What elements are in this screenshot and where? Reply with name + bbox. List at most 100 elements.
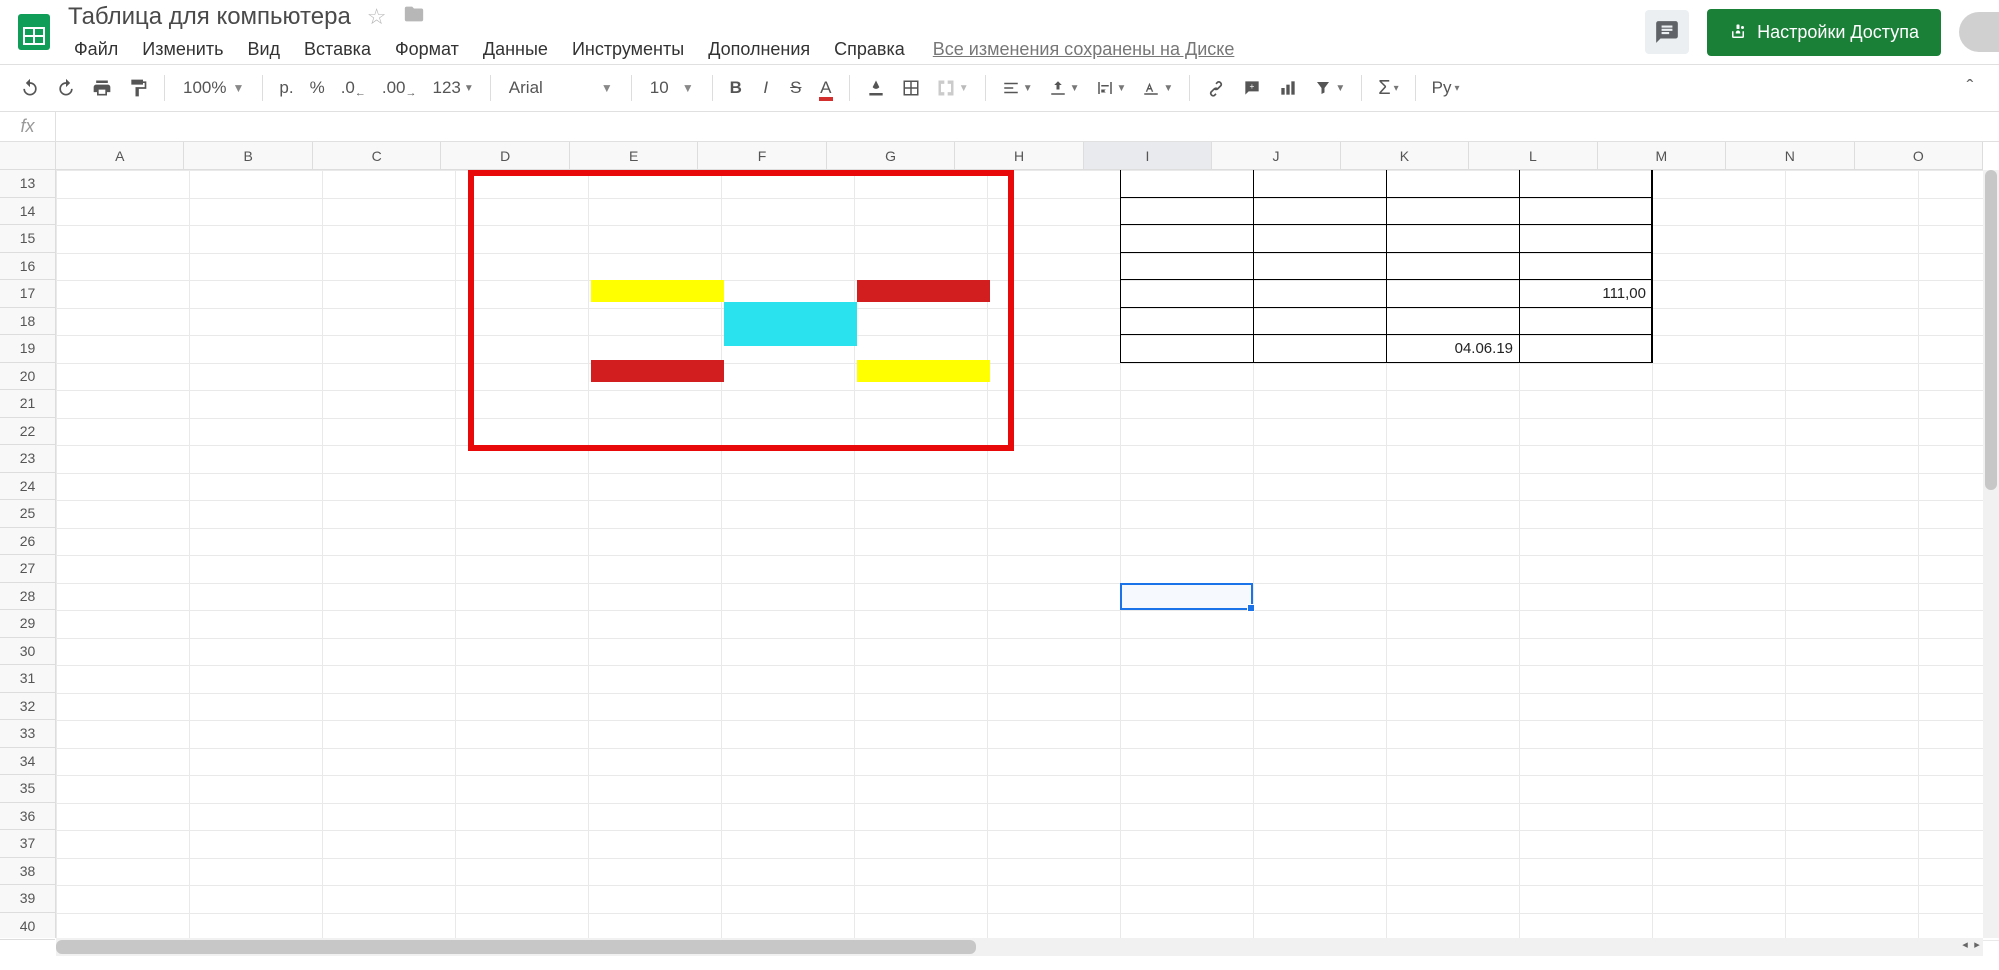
row-header-18[interactable]: 18 <box>0 308 55 336</box>
row-header-28[interactable]: 28 <box>0 583 55 611</box>
cell-grid[interactable]: 111,0004.06.19 <box>56 170 1983 938</box>
row-header-22[interactable]: 22 <box>0 418 55 446</box>
more-formats-button[interactable]: 123▼ <box>427 72 480 104</box>
filter-button[interactable]: ▼ <box>1308 72 1351 104</box>
document-title[interactable]: Таблица для компьютера <box>64 3 351 31</box>
paint-format-button[interactable] <box>122 72 154 104</box>
fill-color-button[interactable] <box>860 72 892 104</box>
menu-view[interactable]: Вид <box>237 37 290 62</box>
row-header-32[interactable]: 32 <box>0 693 55 721</box>
row-header-33[interactable]: 33 <box>0 720 55 748</box>
select-all-corner[interactable] <box>0 142 56 170</box>
save-status[interactable]: Все изменения сохранены на Диске <box>933 39 1235 60</box>
horizontal-scroll-thumb[interactable] <box>56 940 976 954</box>
row-header-19[interactable]: 19 <box>0 335 55 363</box>
column-header-C[interactable]: C <box>313 142 441 169</box>
column-header-N[interactable]: N <box>1726 142 1854 169</box>
zoom-select[interactable]: 100%▼ <box>175 78 252 98</box>
format-currency-button[interactable]: р. <box>273 72 299 104</box>
column-header-G[interactable]: G <box>827 142 955 169</box>
row-header-17[interactable]: 17 <box>0 280 55 308</box>
horizontal-align-button[interactable]: ▼ <box>996 72 1039 104</box>
cell-L17[interactable]: 111,00 <box>1519 280 1652 308</box>
row-header-25[interactable]: 25 <box>0 500 55 528</box>
row-header-40[interactable]: 40 <box>0 913 55 941</box>
font-family-select[interactable]: Arial▼ <box>501 78 621 98</box>
print-button[interactable] <box>86 72 118 104</box>
row-header-30[interactable]: 30 <box>0 638 55 666</box>
row-header-14[interactable]: 14 <box>0 198 55 226</box>
formula-input[interactable] <box>56 112 1999 141</box>
column-header-A[interactable]: A <box>56 142 184 169</box>
insert-comment-button[interactable]: + <box>1236 72 1268 104</box>
column-header-B[interactable]: B <box>184 142 312 169</box>
star-icon[interactable]: ☆ <box>367 4 387 30</box>
vertical-align-button[interactable]: ▼ <box>1043 72 1086 104</box>
row-header-15[interactable]: 15 <box>0 225 55 253</box>
column-header-L[interactable]: L <box>1469 142 1597 169</box>
row-header-23[interactable]: 23 <box>0 445 55 473</box>
column-header-D[interactable]: D <box>441 142 569 169</box>
italic-button[interactable]: I <box>753 72 779 104</box>
menu-insert[interactable]: Вставка <box>294 37 381 62</box>
font-size-select[interactable]: 10▼ <box>642 78 702 98</box>
share-button[interactable]: Настройки Доступа <box>1707 9 1941 56</box>
row-header-13[interactable]: 13 <box>0 170 55 198</box>
menu-edit[interactable]: Изменить <box>132 37 233 62</box>
column-header-E[interactable]: E <box>570 142 698 169</box>
menu-data[interactable]: Данные <box>473 37 558 62</box>
row-header-20[interactable]: 20 <box>0 363 55 391</box>
decrease-decimal-button[interactable]: .0← <box>335 72 372 104</box>
column-header-J[interactable]: J <box>1212 142 1340 169</box>
menu-help[interactable]: Справка <box>824 37 915 62</box>
column-header-I[interactable]: I <box>1084 142 1212 169</box>
undo-button[interactable] <box>14 72 46 104</box>
menu-file[interactable]: Файл <box>64 37 128 62</box>
menu-addons[interactable]: Дополнения <box>698 37 820 62</box>
row-header-24[interactable]: 24 <box>0 473 55 501</box>
text-rotation-button[interactable]: ▼ <box>1136 72 1179 104</box>
row-header-37[interactable]: 37 <box>0 830 55 858</box>
redo-button[interactable] <box>50 72 82 104</box>
insert-link-button[interactable] <box>1200 72 1232 104</box>
row-header-21[interactable]: 21 <box>0 390 55 418</box>
row-header-27[interactable]: 27 <box>0 555 55 583</box>
account-avatar[interactable] <box>1959 12 1999 52</box>
vertical-scrollbar[interactable] <box>1983 170 1999 938</box>
text-color-button[interactable]: A <box>813 72 839 104</box>
row-header-36[interactable]: 36 <box>0 803 55 831</box>
insert-chart-button[interactable] <box>1272 72 1304 104</box>
row-header-26[interactable]: 26 <box>0 528 55 556</box>
strikethrough-button[interactable]: S <box>783 72 809 104</box>
row-header-29[interactable]: 29 <box>0 610 55 638</box>
column-header-M[interactable]: M <box>1598 142 1726 169</box>
row-header-34[interactable]: 34 <box>0 748 55 776</box>
increase-decimal-button[interactable]: .00→ <box>376 72 423 104</box>
functions-button[interactable]: Σ▾ <box>1372 72 1404 104</box>
format-percent-button[interactable]: % <box>304 72 331 104</box>
row-header-31[interactable]: 31 <box>0 665 55 693</box>
folder-icon[interactable] <box>403 3 425 31</box>
row-header-16[interactable]: 16 <box>0 253 55 281</box>
cell-K19[interactable]: 04.06.19 <box>1386 335 1519 363</box>
column-header-O[interactable]: O <box>1855 142 1983 169</box>
merge-cells-button[interactable]: ▼ <box>930 72 975 104</box>
column-header-H[interactable]: H <box>955 142 1083 169</box>
comments-button[interactable] <box>1645 10 1689 54</box>
row-header-35[interactable]: 35 <box>0 775 55 803</box>
input-language-button[interactable]: Ру▾ <box>1426 72 1466 104</box>
scroll-left-button[interactable]: ◂ <box>1959 938 1971 956</box>
menu-format[interactable]: Формат <box>385 37 469 62</box>
vertical-scroll-thumb[interactable] <box>1985 170 1997 490</box>
row-header-39[interactable]: 39 <box>0 885 55 913</box>
scroll-right-button[interactable]: ▸ <box>1971 938 1983 956</box>
borders-button[interactable] <box>896 72 926 104</box>
row-header-38[interactable]: 38 <box>0 858 55 886</box>
sheets-logo[interactable] <box>8 6 60 58</box>
column-header-K[interactable]: K <box>1341 142 1469 169</box>
text-wrap-button[interactable]: ▼ <box>1090 72 1133 104</box>
collapse-toolbar-button[interactable]: ˆ <box>1955 77 1985 100</box>
column-header-F[interactable]: F <box>698 142 826 169</box>
menu-tools[interactable]: Инструменты <box>562 37 694 62</box>
horizontal-scrollbar[interactable] <box>56 938 1959 956</box>
